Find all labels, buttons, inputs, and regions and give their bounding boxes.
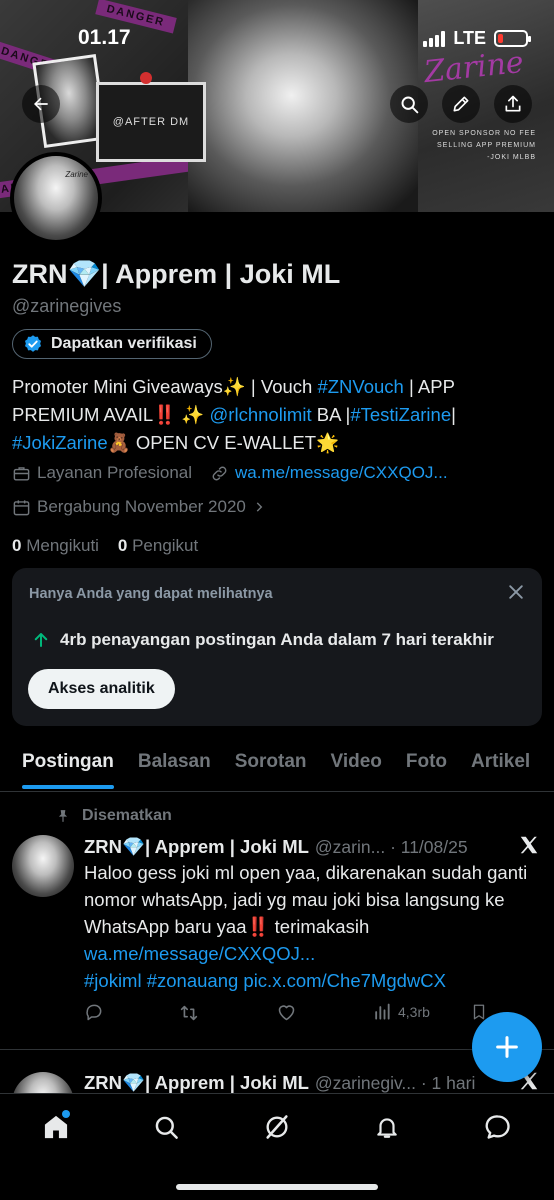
post-hashtags[interactable]: #jokiml #zonauang pic.x.com/Che7MgdwCX (84, 970, 446, 991)
hashtag-link[interactable]: #JokiZarine (12, 432, 108, 453)
link-icon (212, 466, 227, 480)
like-button[interactable] (276, 1002, 297, 1023)
profile-meta-row: Layanan Profesional wa.me/message/CXXQOJ… (12, 463, 448, 483)
compose-button[interactable] (472, 1012, 542, 1082)
profile-joined-row[interactable]: Bergabung November 2020 (12, 497, 266, 517)
messages-icon (485, 1115, 510, 1139)
repost-button[interactable] (178, 1002, 200, 1024)
heart-icon (278, 1005, 295, 1021)
get-verified-label: Dapatkan verifikasi (51, 335, 197, 352)
divider (0, 791, 554, 792)
signal-icon (423, 30, 446, 47)
divider (0, 1049, 554, 1050)
display-name: ZRN💎| Apprem | Joki ML (12, 259, 341, 289)
banner-after-dm: @AFTER DM (96, 82, 206, 162)
analytics-card-title: Hanya Anda yang dapat melihatnya (29, 586, 273, 602)
analytics-stat: 4rb penayangan postingan Anda dalam 7 ha… (32, 630, 494, 650)
profile-tabs: Postingan Balasan Sorotan Video Foto Art… (0, 745, 554, 795)
pinned-indicator: Disematkan (56, 807, 172, 825)
grok-icon (266, 1115, 288, 1139)
status-indicators: LTE (423, 28, 531, 49)
network-type: LTE (453, 28, 486, 48)
close-button[interactable] (506, 582, 526, 607)
post-meta: @zarin... · 11/08/25 (314, 837, 468, 857)
post-author-name[interactable]: ZRN💎| Apprem | Joki ML (84, 1072, 309, 1094)
hashtag-link[interactable]: #TestiZarine (350, 404, 451, 425)
joined-date: Bergabung November 2020 (37, 497, 246, 516)
notifications-icon (377, 1118, 397, 1138)
reply-icon (86, 1004, 102, 1021)
home-indicator (176, 1184, 378, 1190)
analytics-card: Hanya Anda yang dapat melihatnya 4rb pen… (12, 568, 542, 726)
post-author-name[interactable]: ZRN💎| Apprem | Joki ML (84, 836, 309, 858)
get-verified-button[interactable]: Dapatkan verifikasi (12, 329, 212, 359)
post-header: ZRN💎| Apprem | Joki ML @zarinegiv... · 1… (84, 1072, 504, 1094)
follow-counts: 0 Mengikuti 0 Pengikut (12, 536, 198, 556)
active-tab-indicator (22, 785, 114, 789)
views-count: 4,3rb (398, 1004, 430, 1020)
search-icon (155, 1116, 178, 1139)
avatar-tag: Zarine (65, 170, 88, 179)
repost-icon (180, 1005, 198, 1021)
analytics-button[interactable]: Akses analitik (28, 669, 175, 709)
pin-icon (58, 810, 68, 822)
profile-bio: Promoter Mini Giveaways✨ | Vouch #ZNVouc… (12, 376, 456, 453)
pencil-icon (453, 96, 469, 112)
post-meta: @zarinegiv... · 1 hari (314, 1073, 476, 1093)
notification-dot (62, 1110, 70, 1118)
arrow-left-icon (34, 97, 48, 111)
calendar-icon (13, 499, 30, 515)
nav-notifications[interactable] (367, 1110, 407, 1144)
nav-messages[interactable] (478, 1110, 518, 1144)
tab-photos[interactable]: Foto (394, 745, 459, 795)
profile-avatar[interactable]: Zarine (10, 152, 102, 244)
chevron-right-icon (256, 502, 263, 512)
post-avatar[interactable] (12, 835, 74, 897)
tab-video[interactable]: Video (319, 745, 394, 795)
post-header: ZRN💎| Apprem | Joki ML @zarin... · 11/08… (84, 836, 504, 858)
tab-articles[interactable]: Artikel (459, 745, 542, 795)
briefcase-icon (13, 466, 30, 481)
profile-website-link[interactable]: wa.me/message/CXXQOJ... (235, 463, 448, 483)
views-button[interactable]: 4,3rb (372, 1002, 430, 1022)
share-button[interactable] (494, 85, 532, 123)
reply-button[interactable] (84, 1002, 104, 1022)
verified-badge-icon (25, 335, 41, 352)
nav-home[interactable] (36, 1110, 76, 1144)
tab-posts[interactable]: Postingan (0, 745, 126, 795)
search-button[interactable] (390, 85, 428, 123)
close-icon (509, 585, 523, 599)
banner-portrait (188, 0, 418, 212)
hashtag-link[interactable]: #ZNVouch (317, 376, 403, 397)
followers-link[interactable]: 0 Pengikut (118, 536, 198, 555)
status-time: 01.17 (78, 26, 131, 49)
nav-grok[interactable] (257, 1110, 297, 1144)
username: @zarinegives (12, 296, 122, 316)
banner-note: OPEN SPONSOR NO FEE SELLING APP PREMIUM … (432, 130, 536, 161)
post-actions: 4,3rb (84, 1002, 504, 1026)
back-button[interactable] (22, 85, 60, 123)
tab-highlights[interactable]: Sorotan (223, 745, 319, 795)
nav-search[interactable] (146, 1110, 186, 1144)
edit-button[interactable] (442, 85, 480, 123)
share-icon (505, 95, 521, 112)
tab-replies[interactable]: Balasan (126, 745, 223, 795)
x-logo-icon[interactable] (518, 834, 540, 861)
following-link[interactable]: 0 Mengikuti (12, 536, 99, 555)
battery-icon (494, 30, 531, 47)
post-link[interactable]: wa.me/message/CXXQOJ... (84, 943, 315, 964)
plus-icon (496, 1036, 518, 1058)
profile-category: Layanan Profesional (37, 463, 193, 482)
views-icon (375, 1003, 390, 1020)
mention-link[interactable]: @rlchnolimit (210, 404, 312, 425)
arrow-up-icon (34, 633, 48, 647)
pin-icon (140, 72, 152, 84)
search-icon (401, 96, 418, 113)
post-text: Haloo gess joki ml open yaa, dikarenakan… (84, 862, 528, 991)
